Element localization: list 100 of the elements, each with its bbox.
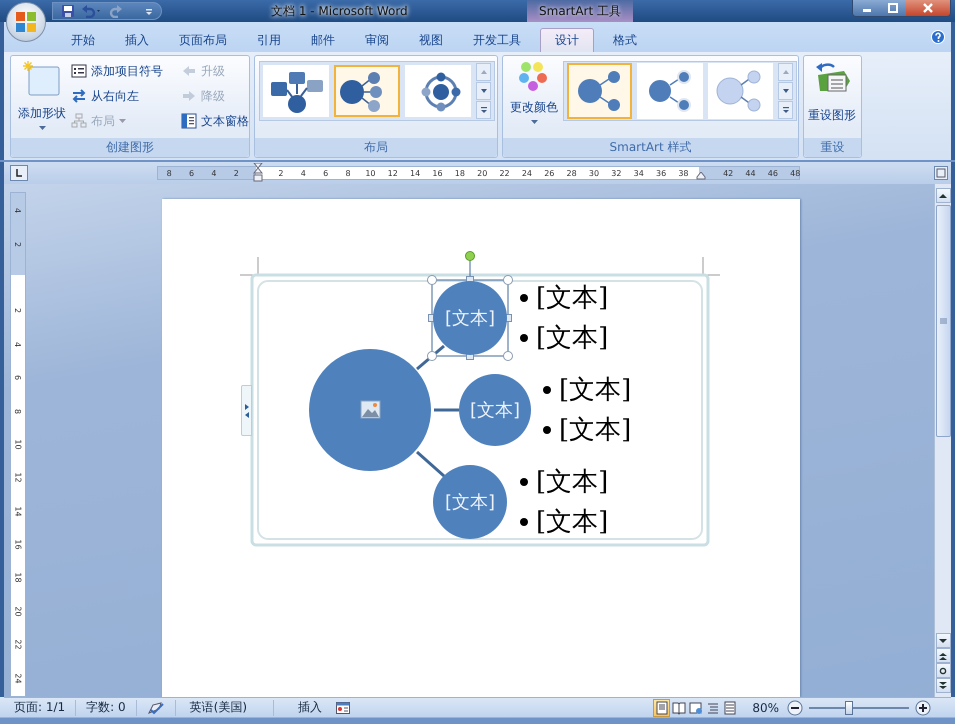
style-thumbnail[interactable] [637,63,703,119]
ruler-number: 2 [232,168,240,179]
ribbon-button[interactable]: 添加项目符号 [69,61,165,81]
layout-thumbnail[interactable] [405,65,471,117]
bullet-text[interactable]: [文本] [559,374,632,406]
reset-graphic-button[interactable]: 重设图形 [808,59,856,135]
ruler-number: 36 [654,168,668,179]
ribbon-tab[interactable]: 邮件 [296,28,350,52]
ruler-number: 42 [722,168,734,179]
customize-caret-icon[interactable] [145,8,153,16]
ribbon-tab[interactable]: 审阅 [350,28,404,52]
zoom-level[interactable]: 80% [752,700,779,714]
zoom-in-icon[interactable] [915,700,931,716]
ruler-number: 4 [210,168,218,179]
ruler-number: 46 [766,168,779,179]
help-icon[interactable] [931,30,945,44]
scroll-down-icon [782,87,790,95]
more-button[interactable] [778,101,793,119]
circle-node[interactable]: [文本] [433,465,507,539]
ribbon-tab[interactable]: 视图 [404,28,458,52]
style-thumbnail[interactable] [708,63,773,119]
circle-node[interactable]: [文本] [433,281,507,355]
scroll-up-icon [782,68,790,76]
ribbon-tab[interactable]: 页面布局 [164,28,242,52]
view-ruler-icon[interactable] [934,166,948,180]
more-button[interactable] [476,101,491,119]
ruler-number: 18 [454,168,466,179]
browse-object-button[interactable] [936,663,950,678]
bullet-icon [520,294,528,302]
ruler-number: 26 [543,168,556,179]
ruler-number: 14 [14,506,22,516]
bullet-text[interactable]: [文本] [536,466,608,498]
bullet-text[interactable]: [文本] [536,506,608,538]
ruler-number: 4 [14,208,22,214]
zoom-out-icon[interactable] [787,700,803,716]
macro-record-icon[interactable] [336,702,350,714]
grip-icon [940,318,946,324]
ribbon-tab[interactable]: 插入 [110,28,164,52]
scroll-up-button[interactable] [936,188,950,203]
ruler-number: 16 [431,168,444,179]
ruler-number: 4 [14,342,22,347]
ribbon-button[interactable]: 文本窗格 [179,111,251,131]
ribbon-tab[interactable]: 开发工具 [458,28,536,52]
ribbon-tab[interactable]: 引用 [242,28,296,52]
ribbon-tab[interactable]: 设计 [540,28,594,52]
next-page-icon [939,682,947,690]
insert-mode[interactable]: 插入 [274,700,336,716]
change-colors-button[interactable]: 更改颜色 [507,59,561,135]
scroll-thumb[interactable] [936,205,950,437]
connector-line [434,408,459,412]
bullet-icon [71,63,87,79]
minimize-button[interactable] [853,0,880,16]
ribbon-tab[interactable]: 格式 [598,28,652,52]
next-page-button[interactable] [936,678,950,693]
ruler-number: 12 [386,168,399,179]
scroll-down-button[interactable] [936,633,950,648]
bullet-text[interactable]: [文本] [536,282,608,314]
ribbon-tab[interactable]: 开始 [56,28,110,52]
color-dots-icon [518,61,550,91]
draft-view-icon [722,700,737,714]
office-logo-icon [15,11,37,33]
save-icon[interactable] [61,4,75,18]
language-status[interactable]: 英语(美国) [176,700,274,716]
ruler-number: 10 [14,439,22,450]
office-button[interactable] [6,2,46,42]
slider-thumb[interactable] [845,700,853,714]
ruler-number: 4 [300,168,307,179]
demote-icon [181,88,197,104]
ruler-number: 30 [588,168,600,179]
tab-stop-icon[interactable] [10,165,28,181]
picture-circle[interactable] [309,349,431,471]
connector-line [416,450,445,478]
picture-placeholder-icon[interactable] [360,400,380,418]
proofing-icon[interactable] [146,700,165,714]
view-button[interactable] [653,698,670,716]
print-view-icon [654,700,669,714]
bullet-text[interactable]: [文本] [559,414,632,446]
circle-node[interactable]: [文本] [459,374,531,446]
scroll-down-button[interactable] [778,82,793,100]
rtl-icon [71,88,87,104]
indent-marker-icon[interactable] [253,163,263,183]
scroll-down-button[interactable] [476,82,491,100]
style-thumbnail[interactable] [567,63,632,119]
close-button[interactable] [906,0,950,16]
scroll-up-icon [480,68,488,76]
text-pane-toggle[interactable] [241,385,252,436]
add-shape-button[interactable]: 添加形状 [15,59,69,135]
maximize-button[interactable] [880,0,906,16]
right-indent-icon[interactable] [696,172,706,180]
ruler-number: 34 [632,168,645,179]
previous-page-button[interactable] [936,648,950,663]
layout-thumbnail[interactable] [334,65,400,117]
ruler-number: 2 [277,168,285,179]
ruler-number: 14 [409,168,422,179]
ruler-number: 18 [14,572,22,584]
maximize-icon [887,3,899,13]
bullet-text[interactable]: [文本] [536,322,608,354]
ruler-number: 2 [14,308,22,314]
layout-thumbnail[interactable] [263,65,329,117]
ribbon-button[interactable]: 从右向左 [69,86,165,106]
